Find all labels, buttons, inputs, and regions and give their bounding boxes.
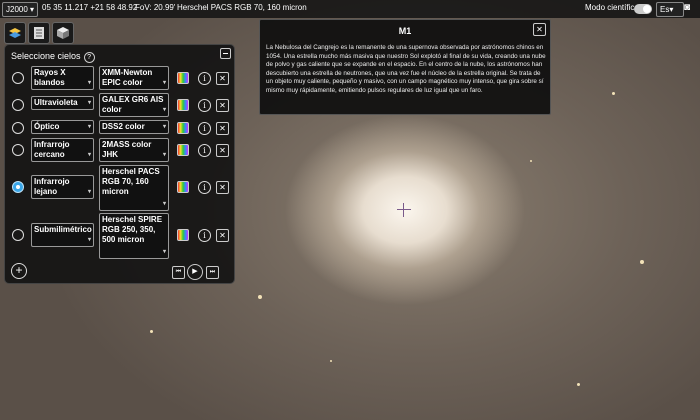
minimize-icon[interactable] xyxy=(220,48,231,59)
sky-selection-panel: Seleccione cielos? Rayos X blandos ▾ XMM-… xyxy=(4,44,235,284)
sky-radio-selected[interactable] xyxy=(12,181,24,193)
sky-radio[interactable] xyxy=(12,72,24,84)
close-icon[interactable]: ✕ xyxy=(216,122,229,135)
sky-radio[interactable] xyxy=(12,122,24,134)
close-icon[interactable]: ✕ xyxy=(216,181,229,194)
survey-select[interactable]: GALEX GR6 AIS color ▾ xyxy=(99,93,169,117)
previous-icon[interactable]: ⏮ xyxy=(172,266,185,279)
play-icon[interactable]: ▶ xyxy=(187,264,203,280)
survey-select[interactable]: Herschel PACS RGB 70, 160 micron ▾ xyxy=(99,165,169,211)
band-select[interactable]: Submilimétrico ▾ xyxy=(31,223,94,247)
survey-select[interactable]: XMM-Newton EPIC color ▾ xyxy=(99,66,169,90)
band-select[interactable]: Óptico ▾ xyxy=(31,120,94,134)
sci-mode-label: Modo científico xyxy=(585,3,639,12)
layers-icon[interactable] xyxy=(4,22,26,44)
star xyxy=(530,160,532,162)
survey-select[interactable]: 2MASS color JHK ▾ xyxy=(99,138,169,162)
band-select[interactable]: Infrarrojo lejano ▾ xyxy=(31,175,94,199)
close-icon[interactable]: ✕ xyxy=(216,144,229,157)
color-map-icon[interactable] xyxy=(177,72,189,84)
survey-select[interactable]: DSS2 color ▾ xyxy=(99,120,169,134)
info-icon[interactable]: i xyxy=(198,122,211,135)
popup-description: La Nebulosa del Cangrejo es la remanente… xyxy=(266,44,546,94)
coordinates-readout: 05 35 11.217 +21 58 48.92 xyxy=(42,3,138,12)
sky-radio[interactable] xyxy=(12,99,24,111)
star xyxy=(577,383,580,386)
star xyxy=(150,330,153,333)
sci-mode-toggle[interactable] xyxy=(634,4,652,14)
target-reticle xyxy=(397,203,411,217)
close-icon[interactable]: ✕ xyxy=(533,23,546,36)
help-icon[interactable]: ? xyxy=(83,52,95,63)
next-icon[interactable]: ⏭ xyxy=(206,266,219,279)
star xyxy=(258,295,262,299)
frame-select[interactable]: J2000 ▾ xyxy=(2,2,39,17)
object-info-popup: M1 ✕ La Nebulosa del Cangrejo es la rema… xyxy=(259,19,551,115)
info-icon[interactable]: i xyxy=(198,72,211,85)
close-icon[interactable]: ✕ xyxy=(216,72,229,85)
color-map-icon[interactable] xyxy=(177,144,189,156)
color-map-icon[interactable] xyxy=(177,99,189,111)
close-icon[interactable]: ✕ xyxy=(216,229,229,242)
close-icon[interactable]: ✕ xyxy=(216,99,229,112)
popup-title: M1 xyxy=(398,26,412,36)
band-select[interactable]: Rayos X blandos ▾ xyxy=(31,66,94,90)
add-sky-button[interactable]: + xyxy=(11,263,27,279)
star xyxy=(330,360,332,362)
color-map-icon[interactable] xyxy=(177,229,189,241)
info-icon[interactable]: i xyxy=(198,99,211,112)
band-select[interactable]: Infrarrojo cercano ▾ xyxy=(31,138,94,162)
camera-icon[interactable]: ◙ xyxy=(684,2,690,13)
band-select[interactable]: Ultravioleta ▾ xyxy=(31,96,94,110)
info-icon[interactable]: i xyxy=(198,181,211,194)
language-select[interactable]: Es▾ xyxy=(656,2,684,17)
sky-radio[interactable] xyxy=(12,229,24,241)
survey-readout: Herschel PACS RGB 70, 160 micron xyxy=(177,3,307,12)
info-icon[interactable]: i xyxy=(198,229,211,242)
panel-title: Seleccione cielos? xyxy=(11,51,95,63)
top-bar: J2000 ▾ 05 35 11.217 +21 58 48.92 FoV: 2… xyxy=(0,0,700,18)
color-map-icon[interactable] xyxy=(177,181,189,193)
star xyxy=(612,92,615,95)
star xyxy=(640,260,644,264)
info-icon[interactable]: i xyxy=(198,144,211,157)
sky-radio[interactable] xyxy=(12,144,24,156)
fov-readout: FoV: 20.99' xyxy=(135,3,176,12)
color-map-icon[interactable] xyxy=(177,122,189,134)
survey-select[interactable]: Herschel SPIRE RGB 250, 350, 500 micron ▾ xyxy=(99,213,169,259)
document-icon[interactable] xyxy=(28,22,50,44)
cube-icon[interactable] xyxy=(52,22,74,44)
